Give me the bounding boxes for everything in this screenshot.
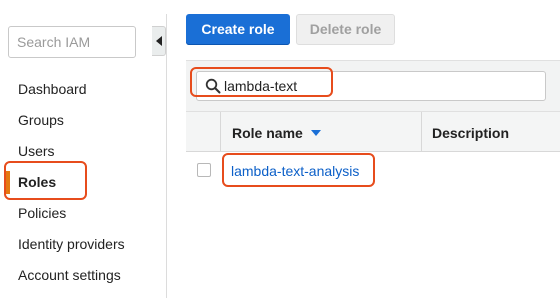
delete-role-button: Delete role — [296, 14, 395, 45]
column-header-description[interactable]: Description — [432, 124, 509, 142]
iam-sidebar: Search IAM Dashboard Groups Users Roles … — [0, 0, 152, 298]
row-select-checkbox[interactable] — [197, 163, 211, 177]
role-highlight-box — [222, 153, 375, 187]
create-role-button[interactable]: Create role — [186, 14, 290, 45]
column-separator — [421, 112, 422, 152]
roles-highlight-box — [4, 161, 87, 200]
sidebar-collapse-button[interactable] — [152, 26, 166, 56]
select-column-header — [186, 112, 221, 152]
sort-desc-icon[interactable] — [311, 130, 321, 136]
caret-left-icon — [155, 36, 162, 46]
sidebar-item-policies[interactable]: Policies — [18, 204, 66, 222]
sidebar-item-account-settings[interactable]: Account settings — [18, 266, 121, 284]
sidebar-item-groups[interactable]: Groups — [18, 111, 64, 129]
column-header-role-name[interactable]: Role name — [232, 124, 303, 142]
sidebar-item-dashboard[interactable]: Dashboard — [18, 80, 87, 98]
search-iam-input[interactable]: Search IAM — [8, 26, 136, 58]
filter-highlight-box — [190, 67, 333, 97]
sidebar-item-users[interactable]: Users — [18, 142, 55, 160]
sidebar-item-identity-providers[interactable]: Identity providers — [18, 235, 125, 253]
sidebar-divider — [166, 14, 167, 298]
